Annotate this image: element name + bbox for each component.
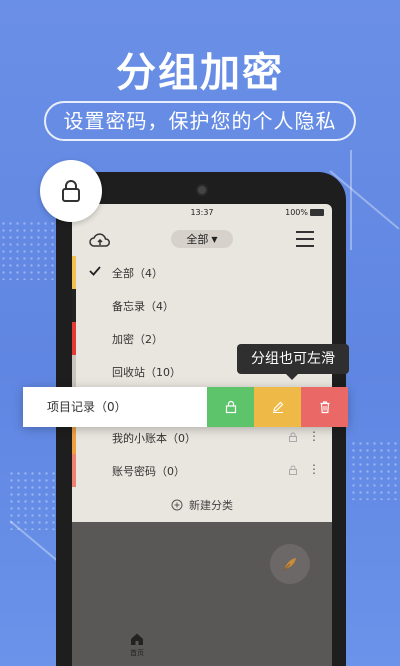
category-item[interactable]: 备忘录（4）	[72, 289, 332, 322]
category-label: 我的小账本（0）	[112, 431, 196, 445]
decorative-dots	[350, 440, 400, 500]
caret-down-icon: ▼	[211, 234, 218, 244]
more-options-icon[interactable]: ⋮	[308, 429, 320, 443]
tab-home[interactable]: 首页	[122, 632, 152, 658]
swiped-category-row[interactable]: 项目记录（0）	[23, 387, 348, 427]
cloud-upload-icon	[89, 233, 110, 247]
category-color-bar	[72, 256, 76, 289]
category-color-bar	[72, 289, 76, 322]
trash-icon	[320, 401, 329, 414]
category-select-label: 全部	[186, 233, 209, 246]
category-color-bar	[72, 322, 76, 355]
category-label: 备忘录（4）	[112, 299, 174, 313]
headline: 分组加密	[116, 50, 284, 96]
delete-action-button[interactable]	[301, 387, 348, 427]
more-options-icon[interactable]: ⋮	[308, 462, 320, 476]
status-bar: 13:37 100%	[72, 204, 332, 222]
swiped-category-label: 项目记录（0）	[47, 400, 127, 414]
category-select[interactable]: 全部 ▼	[171, 230, 233, 248]
lock-action-button[interactable]	[207, 387, 254, 427]
category-label: 加密（2）	[112, 332, 163, 346]
feather-icon	[282, 558, 296, 572]
new-category-button[interactable]: 新建分类	[72, 494, 332, 516]
edit-action-button[interactable]	[254, 387, 301, 427]
write-button[interactable]	[270, 544, 310, 584]
lock-badge	[40, 160, 102, 222]
pencil-icon	[272, 401, 283, 413]
swipe-hint-tooltip: 分组也可左滑	[237, 344, 349, 380]
battery-icon	[310, 209, 324, 216]
lock-icon	[289, 432, 297, 442]
tooltip-text: 分组也可左滑	[251, 351, 335, 367]
category-label: 全部（4）	[112, 266, 163, 280]
decorative-line	[350, 150, 352, 250]
top-bar: 全部 ▼	[72, 226, 332, 256]
phone-camera	[196, 184, 208, 196]
cloud-sync-button[interactable]	[88, 229, 112, 253]
lock-icon	[289, 465, 297, 475]
category-color-bar	[72, 355, 76, 388]
category-label: 账号密码（0）	[112, 464, 185, 478]
category-item[interactable]: 账号密码（0） ⋮	[72, 454, 332, 487]
category-color-bar	[72, 454, 76, 487]
category-label: 回收站（10）	[112, 365, 181, 379]
tab-home-label: 首页	[130, 649, 144, 657]
lock-icon	[62, 180, 80, 202]
lock-icon	[225, 400, 236, 414]
tooltip-arrow	[286, 374, 298, 380]
decorative-dots	[0, 220, 60, 280]
menu-button[interactable]	[296, 231, 314, 247]
phone-screen: 13:37 100% 全部 ▼ 全部（4） 备忘录（4） 加密（2） 回收站（1…	[72, 204, 332, 666]
checkmark-icon	[89, 266, 101, 276]
status-battery: 100%	[285, 208, 324, 217]
home-icon	[131, 633, 143, 645]
new-category-label: 新建分类	[189, 499, 233, 512]
add-circle-icon	[171, 499, 183, 511]
battery-percent: 100%	[285, 208, 308, 217]
category-item[interactable]: 全部（4）	[72, 256, 332, 289]
subtitle: 设置密码，保护您的个人隐私	[44, 101, 356, 141]
